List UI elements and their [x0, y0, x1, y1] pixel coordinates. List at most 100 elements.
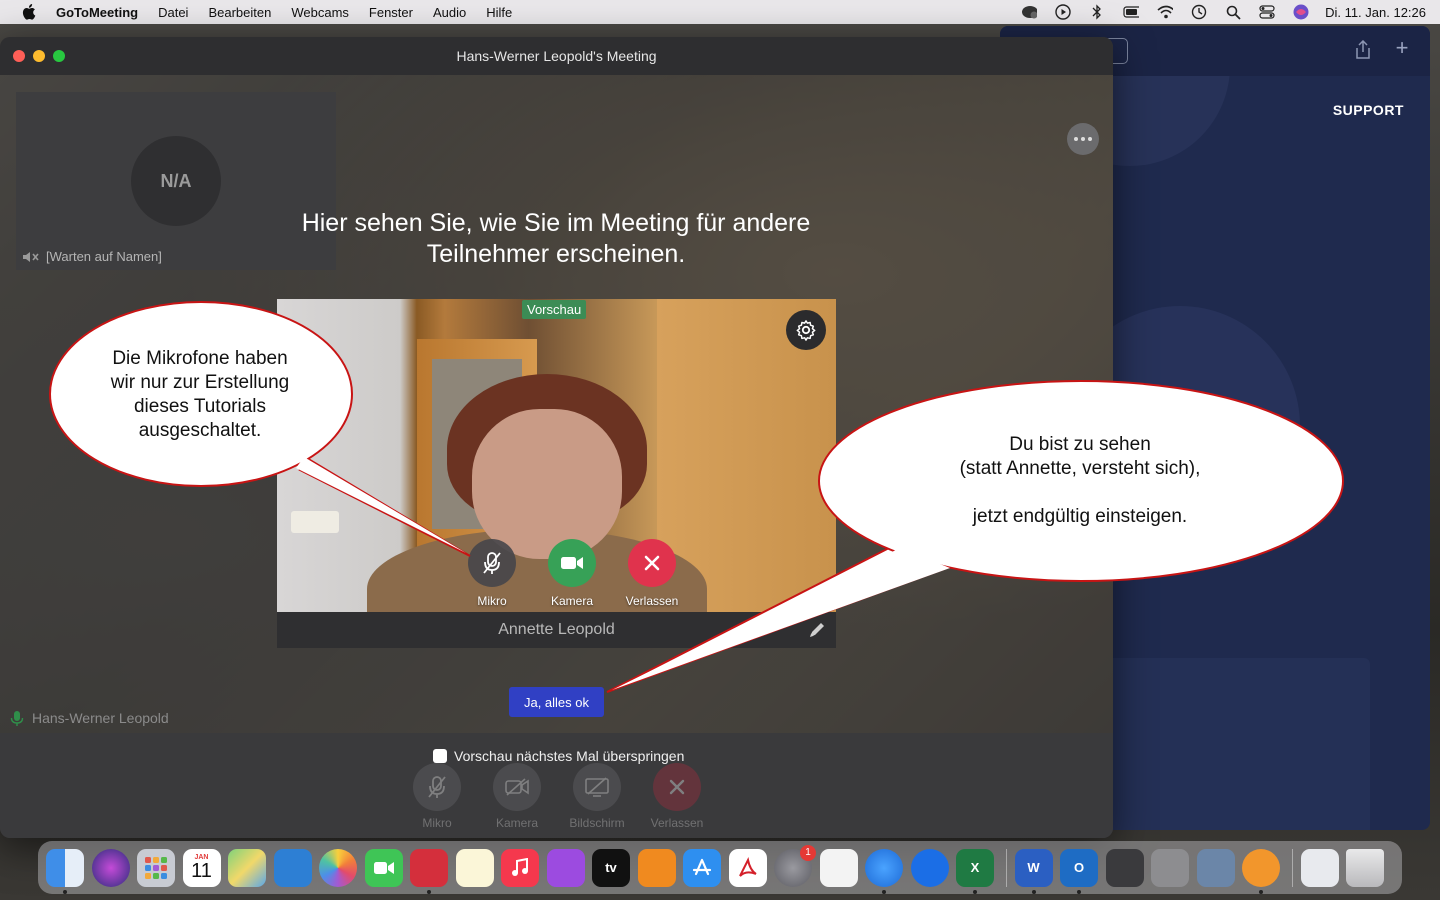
main-mic-label: Mikro [422, 816, 452, 830]
menu-datei[interactable]: Datei [158, 5, 188, 20]
podcasts-icon[interactable] [546, 848, 585, 887]
trash-icon[interactable] [1346, 848, 1384, 887]
printer-icon[interactable] [1151, 848, 1189, 887]
calendar-icon[interactable]: JAN 11 [182, 848, 221, 887]
menu-bearbeiten[interactable]: Bearbeiten [208, 5, 271, 20]
skip-preview-checkbox[interactable] [433, 749, 447, 763]
app-store-icon[interactable] [683, 848, 721, 887]
preview-badge: Vorschau [522, 300, 587, 319]
menu-app-name[interactable]: GoToMeeting [56, 5, 138, 20]
support-link[interactable]: SUPPORT [1333, 102, 1404, 118]
preview-controls: Mikro Kamera Verlassen [452, 539, 692, 608]
launchpad-icon[interactable] [137, 848, 175, 887]
books-icon[interactable] [637, 848, 676, 887]
mic-icon [10, 710, 24, 726]
maps-icon[interactable] [228, 848, 266, 887]
photo-booth-icon[interactable] [410, 848, 448, 894]
main-leave-label: Verlassen [650, 816, 704, 830]
play-icon[interactable] [1055, 4, 1071, 20]
dock-separator [1291, 848, 1293, 887]
skip-preview-label: Vorschau nächstes Mal überspringen [454, 748, 685, 764]
preview-leave-label: Verlassen [625, 594, 679, 608]
menu-hilfe[interactable]: Hilfe [486, 5, 512, 20]
preview-camera-button[interactable] [548, 539, 596, 587]
preview-mic-control: Mikro [452, 539, 532, 608]
more-options-button[interactable] [1067, 123, 1099, 155]
textedit-icon[interactable] [819, 848, 858, 887]
screen-share-off-icon [585, 777, 609, 797]
preview-leave-control: Verlassen [612, 539, 692, 608]
camera-off-icon [505, 778, 529, 796]
safari-icon[interactable] [865, 848, 903, 894]
main-screen-button[interactable] [573, 763, 621, 811]
pencil-edit-icon[interactable] [808, 621, 826, 639]
keynote-icon[interactable] [273, 848, 312, 887]
main-camera-button[interactable] [493, 763, 541, 811]
confirm-ok-button[interactable]: Ja, alles ok [509, 687, 604, 717]
excel-icon[interactable]: X [956, 848, 994, 894]
new-tab-icon[interactable]: + [1392, 37, 1412, 59]
preview-camera-control: Kamera [532, 539, 612, 608]
close-window-button[interactable] [13, 50, 25, 62]
gotomeeting-tray-icon[interactable] [1021, 4, 1038, 20]
photos-icon[interactable] [319, 848, 357, 887]
acrobat-icon[interactable] [728, 848, 767, 887]
preview-light-switch [291, 511, 339, 533]
screenshot-folder-icon[interactable] [1300, 848, 1339, 887]
menubar-clock[interactable]: Di. 11. Jan. 12:26 [1325, 5, 1426, 20]
more-dots-icon [1074, 137, 1092, 141]
meeting-controls: Mikro Kamera Bildschirm Verlassen [397, 763, 717, 830]
close-icon [669, 779, 685, 795]
background-participant-name: Hans-Werner Leopold [32, 710, 169, 726]
teamviewer-icon[interactable] [910, 848, 949, 887]
siri-tray-icon[interactable] [1293, 4, 1309, 20]
display-name: Annette Leopold [498, 621, 615, 638]
mic-muted-icon [428, 776, 446, 798]
spotlight-search-icon[interactable] [1225, 4, 1241, 20]
scanner-icon[interactable] [1105, 848, 1144, 887]
main-leave-button[interactable] [653, 763, 701, 811]
notes-icon[interactable] [455, 848, 494, 887]
callout-left-text: Die Mikrofone haben wir nur zur Erstellu… [110, 348, 290, 441]
dock: JAN 11 tv 1 X W O [38, 841, 1402, 894]
preview-leave-button[interactable] [628, 539, 676, 587]
main-camera-control: Kamera [477, 763, 557, 830]
system-preferences-icon[interactable]: 1 [774, 844, 816, 887]
callout-right-text: Du bist zu sehen (statt Annette, versteh… [959, 434, 1201, 527]
calendar-day: 11 [191, 860, 212, 882]
window-title: Hans-Werner Leopold's Meeting [456, 48, 657, 64]
menu-audio[interactable]: Audio [433, 5, 466, 20]
camera-settings-button[interactable] [786, 310, 826, 350]
minimize-window-button[interactable] [33, 50, 45, 62]
preview-camera-label: Kamera [550, 594, 594, 608]
share-icon[interactable] [1354, 39, 1372, 60]
music-icon[interactable] [501, 848, 539, 887]
battery-icon[interactable] [1123, 4, 1140, 20]
preview-person-face [472, 409, 622, 559]
preview-icon[interactable] [1196, 848, 1235, 887]
main-screen-control: Bildschirm [557, 763, 637, 830]
word-icon[interactable]: W [1014, 848, 1053, 894]
preview-mic-button[interactable] [468, 539, 516, 587]
wifi-icon[interactable] [1157, 4, 1174, 20]
display-name-field[interactable]: Annette Leopold [277, 612, 836, 648]
outlook-icon[interactable]: O [1060, 848, 1098, 894]
bluetooth-icon[interactable] [1089, 4, 1105, 20]
apple-menu-icon[interactable] [22, 4, 38, 20]
siri-icon[interactable] [91, 848, 130, 887]
apple-tv-icon[interactable]: tv [592, 848, 630, 887]
notification-badge: 1 [800, 844, 816, 861]
mic-muted-icon [483, 552, 501, 574]
preview-mic-label: Mikro [477, 594, 507, 608]
facetime-icon[interactable] [364, 848, 403, 887]
menu-webcams[interactable]: Webcams [291, 5, 349, 20]
time-machine-icon[interactable] [1191, 4, 1207, 20]
main-mic-button[interactable] [413, 763, 461, 811]
skip-preview-option[interactable]: Vorschau nächstes Mal überspringen [433, 748, 684, 764]
finder-icon[interactable] [46, 848, 84, 894]
gotomeeting-icon[interactable] [1242, 848, 1280, 894]
menu-fenster[interactable]: Fenster [369, 5, 413, 20]
maximize-window-button[interactable] [53, 50, 65, 62]
camera-icon [561, 557, 583, 569]
control-center-icon[interactable] [1259, 4, 1275, 20]
